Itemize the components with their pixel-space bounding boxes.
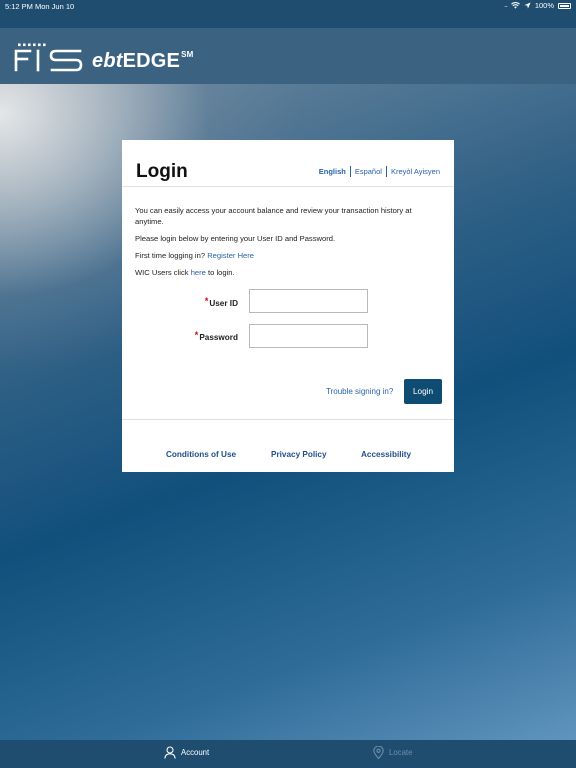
person-icon [164, 746, 176, 759]
status-time: 5:12 PM [5, 2, 33, 11]
password-label: *Password [128, 330, 238, 342]
privacy-policy-link[interactable]: Privacy Policy [271, 450, 327, 459]
wic-text: WIC Users click here to login. [135, 267, 435, 278]
userid-input[interactable] [249, 289, 368, 313]
page-title: Login [136, 161, 188, 182]
battery-percent: 100% [534, 1, 554, 10]
wifi-icon [510, 2, 520, 9]
app-header: ebtEDGESM [0, 28, 576, 84]
language-english[interactable]: English [319, 166, 350, 177]
login-button[interactable]: Login [404, 379, 442, 404]
userid-label-text: User ID [209, 299, 238, 308]
status-bar: 5:12 PM Mon Jun 10 .... 100% [0, 0, 576, 28]
brand-suffix: EDGE [122, 50, 181, 72]
ebtedge-logo: ebtEDGESM [92, 50, 194, 73]
service-mark: SM [181, 50, 194, 59]
language-kreyol[interactable]: Kreyòl Ayisyen [385, 166, 444, 177]
conditions-of-use-link[interactable]: Conditions of Use [166, 450, 236, 459]
trouble-signing-in-link[interactable]: Trouble signing in? [326, 387, 393, 396]
first-time-label: First time logging in? [135, 251, 206, 260]
register-link[interactable]: Register Here [207, 251, 254, 260]
first-time-text: First time logging in? Register Here [135, 250, 435, 261]
fis-logo [14, 42, 86, 77]
tab-account[interactable]: Account [164, 746, 209, 759]
tab-locate-label: Locate [389, 748, 413, 757]
password-label-text: Password [199, 333, 238, 342]
language-espanol[interactable]: Español [349, 166, 386, 177]
status-date: Mon Jun 10 [35, 2, 75, 11]
divider [122, 419, 454, 420]
tab-bar: Account Locate [0, 740, 576, 768]
instructions-text: Please login below by entering your User… [135, 234, 336, 243]
wic-prefix: WIC Users click [135, 268, 189, 277]
intro-text: You can easily access your account balan… [135, 206, 412, 226]
location-pin-icon [373, 746, 384, 759]
language-selector: English Español Kreyòl Ayisyen [319, 166, 444, 177]
wic-here-link[interactable]: here [191, 268, 206, 277]
brand-prefix: ebt [92, 50, 123, 72]
password-input[interactable] [249, 324, 368, 348]
wic-suffix: to login. [208, 268, 235, 277]
cellular-signal-icon: .... [504, 2, 508, 9]
battery-icon [558, 2, 571, 9]
userid-label: *User ID [128, 296, 238, 308]
divider [122, 186, 454, 187]
accessibility-link[interactable]: Accessibility [361, 450, 411, 459]
login-card: Login English Español Kreyòl Ayisyen You… [122, 140, 454, 472]
location-arrow-icon [524, 2, 531, 9]
tab-locate[interactable]: Locate [373, 746, 412, 759]
tab-account-label: Account [181, 748, 210, 757]
required-marker: * [204, 296, 209, 306]
required-marker: * [194, 330, 199, 340]
status-icons: .... 100% [504, 1, 571, 10]
